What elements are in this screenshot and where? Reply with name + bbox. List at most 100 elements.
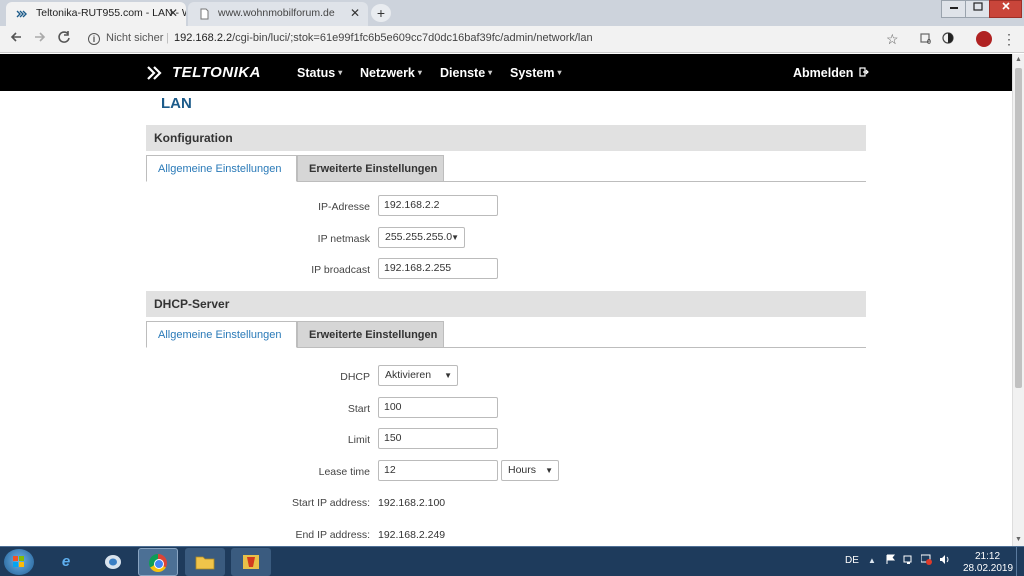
nav-system[interactable]: System ▾ [510,66,562,80]
profile-avatar[interactable] [976,31,992,47]
dropdown-icon: ▼ [451,233,459,242]
scroll-down-icon[interactable]: ▼ [1013,534,1024,546]
lease-time-input[interactable]: 12 [378,460,498,481]
action-center-flag-icon[interactable] [885,554,896,568]
ip-address-label: IP-Adresse [318,201,370,213]
chrome-icon [149,554,167,572]
file-explorer-icon[interactable] [185,548,225,576]
limit-label: Limit [347,434,370,446]
site-info-icon[interactable]: i [88,33,100,45]
netmask-select[interactable]: 255.255.255.0 ▼ [378,227,465,248]
nav-status-label: Status [297,66,336,80]
extension-badge: 0 [927,39,931,45]
extension-icon[interactable]: 0 [918,31,934,47]
page-title: LAN [161,95,192,112]
clock-time[interactable]: 21:12 [975,551,1000,562]
broadcast-label: IP broadcast [311,264,370,276]
tab-allgemeine-einstellungen[interactable]: Allgemeine Einstellungen [146,155,297,182]
lease-unit-value: Hours [508,464,537,476]
dark-mode-icon[interactable] [940,31,956,47]
dhcp-select[interactable]: Aktivieren ▼ [378,365,458,386]
browser-tab-title: Teltonika-RUT955.com - LAN - W [36,7,186,19]
nav-system-label: System [510,66,555,80]
lease-unit-select[interactable]: Hours ▼ [501,460,559,481]
nav-dienste[interactable]: Dienste ▾ [440,66,492,80]
dropdown-icon: ▼ [545,466,553,475]
chevron-down-icon: ▾ [417,68,422,77]
tab-allgemeine-einstellungen[interactable]: Allgemeine Einstellungen [146,321,297,348]
section-dhcp-server: DHCP-Server [146,291,866,317]
url-separator: | [166,32,169,44]
url-path: /cgi-bin/luci/;stok=61e99f1fc6b5e609cc7d… [232,32,593,44]
nav-status[interactable]: Status ▾ [297,66,342,80]
browser-tab-wohnmobilforum[interactable]: www.wohnmobilforum.de ✕ [188,2,368,26]
ip-address-input[interactable]: 192.168.2.2 [378,195,498,216]
tab-erweiterte-einstellungen[interactable]: Erweiterte Einstellungen [297,155,444,182]
reload-icon[interactable] [55,30,73,48]
windows-logo-icon [13,556,25,571]
url-input[interactable]: 192.168.2.2/cgi-bin/luci/;stok=61e99f1fc… [174,32,593,44]
netmask-label: IP netmask [317,233,370,245]
close-tab-icon[interactable]: ✕ [350,2,360,24]
app-header: TELTONIKA Status ▾ Netzwerk ▾ Dienste ▾ Sys… [0,54,1012,91]
end-ip-label: End IP address: [295,529,370,541]
show-hidden-icons-icon[interactable]: ▲ [868,556,876,565]
nav-netzwerk[interactable]: Netzwerk ▾ [360,66,422,80]
end-ip-value: 192.168.2.249 [378,529,446,541]
scroll-up-icon[interactable]: ▲ [1013,54,1024,66]
teltonika-logo-icon [147,66,162,80]
new-tab-button[interactable]: + [371,4,391,22]
mail-icon[interactable] [93,548,133,576]
netmask-value: 255.255.255.0 [385,231,453,243]
show-desktop-button[interactable] [1016,547,1024,576]
start-button[interactable] [4,549,34,575]
broadcast-input[interactable]: 192.168.2.255 [378,258,498,279]
brand-name: TELTONIKA [172,64,261,81]
game-app-icon[interactable] [231,548,271,576]
limit-input[interactable]: 150 [378,428,498,449]
security-label[interactable]: Nicht sicher [106,32,163,44]
chevron-down-icon: ▾ [557,68,562,77]
volume-icon[interactable] [939,554,951,568]
address-bar: i Nicht sicher | 192.168.2.2/cgi-bin/luc… [0,26,1024,53]
bookmark-star-icon[interactable]: ☆ [886,31,899,48]
network-error-icon[interactable] [920,554,932,568]
chevron-down-icon: ▾ [338,68,343,77]
scroll-thumb[interactable] [1015,68,1022,388]
page-favicon-icon [198,8,210,20]
browser-tab-title: www.wohnmobilforum.de [218,7,335,19]
config-tabs: Allgemeine Einstellungen Erweiterte Eins… [146,155,866,182]
section-konfiguration: Konfiguration [146,125,866,151]
url-host: 192.168.2.2 [174,32,233,44]
close-tab-icon[interactable]: ✕ [168,2,178,24]
nav-dienste-label: Dienste [440,66,486,80]
tab-erweiterte-einstellungen[interactable]: Erweiterte Einstellungen [297,321,444,348]
clock-date[interactable]: 28.02.2019 [963,563,1013,574]
nav-netzwerk-label: Netzwerk [360,66,415,80]
chevron-down-icon: ▾ [488,68,493,77]
browser-tab-teltonika[interactable]: Teltonika-RUT955.com - LAN - W ✕ [6,2,186,26]
logout-button[interactable]: Abmelden [793,66,869,80]
logout-label: Abmelden [793,66,854,80]
teltonika-favicon-icon [16,8,28,20]
logout-icon [855,67,869,80]
back-icon[interactable] [7,30,25,48]
page-scrollbar[interactable]: ▲ ▼ [1012,54,1024,546]
lease-time-label: Lease time [318,466,370,478]
internet-explorer-icon[interactable]: e [46,548,86,576]
input-language[interactable]: DE [845,555,859,566]
dropdown-icon: ▼ [444,371,452,380]
browser-menu-icon[interactable]: ⋮ [1002,30,1016,48]
start-ip-label: Start IP address: [291,497,370,509]
start-input[interactable]: 100 [378,397,498,418]
dhcp-value: Aktivieren [385,369,432,381]
chrome-taskbar-button[interactable] [138,548,178,576]
close-window-button[interactable] [989,0,1022,18]
network-icon[interactable] [903,554,915,568]
maximize-window-button[interactable] [965,0,991,18]
browser-tab-strip: Teltonika-RUT955.com - LAN - W ✕ www.woh… [0,0,1024,26]
dhcp-label: DHCP [340,371,370,383]
minimize-window-button[interactable] [941,0,967,18]
forward-icon[interactable] [31,30,49,48]
windows-taskbar: e DE ▲ 21:12 28.02.2019 [0,546,1024,576]
